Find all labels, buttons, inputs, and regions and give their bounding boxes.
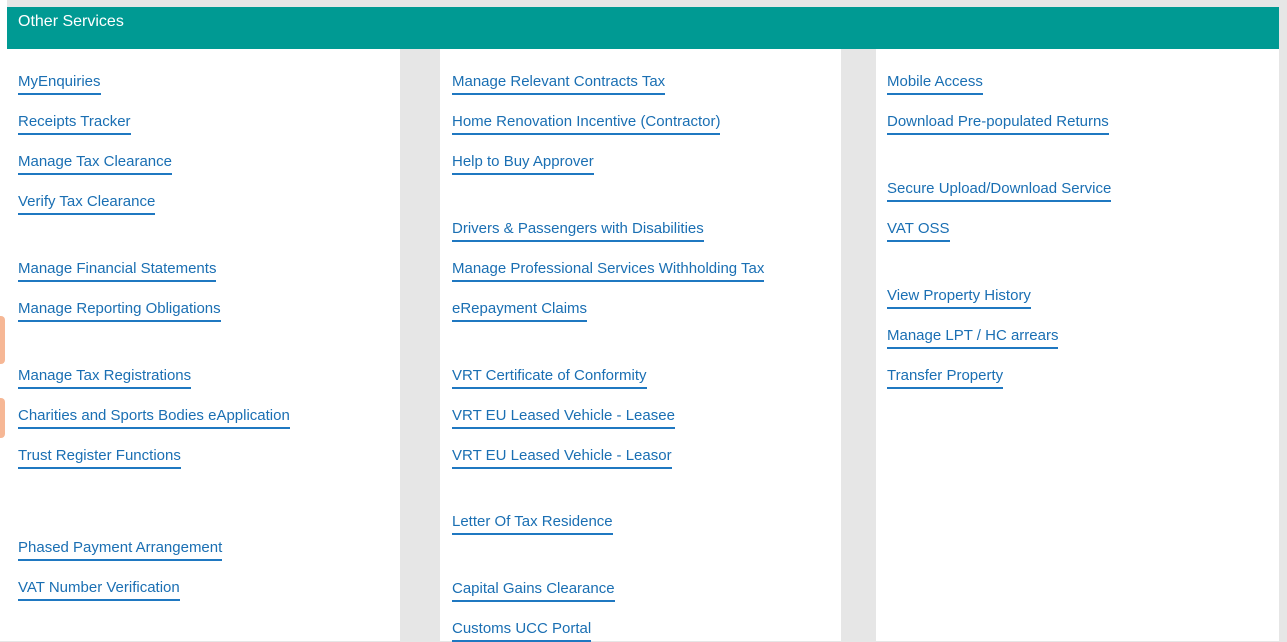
link-vat-oss[interactable]: VAT OSS: [887, 220, 950, 242]
link-phased-payment-arrangement[interactable]: Phased Payment Arrangement: [18, 539, 223, 561]
services-column-3: Mobile Access Download Pre-populated Ret…: [876, 49, 1279, 641]
link-receipts-tracker[interactable]: Receipts Tracker: [18, 113, 131, 135]
link-download-pre-populated-returns[interactable]: Download Pre-populated Returns: [887, 113, 1109, 135]
link-vrt-eu-leased-vehicle-leasor[interactable]: VRT EU Leased Vehicle - Leasor: [452, 447, 672, 469]
link-view-property-history[interactable]: View Property History: [887, 287, 1031, 309]
link-manage-lpt-hc-arrears[interactable]: Manage LPT / HC arrears: [887, 327, 1059, 349]
link-transfer-property[interactable]: Transfer Property: [887, 367, 1004, 389]
panel-title: Other Services: [18, 13, 124, 30]
link-home-renovation-incentive[interactable]: Home Renovation Incentive (Contractor): [452, 113, 721, 135]
link-customs-ucc-portal[interactable]: Customs UCC Portal: [452, 620, 592, 642]
link-charities-sports-bodies-eapplication[interactable]: Charities and Sports Bodies eApplication: [18, 407, 290, 429]
link-manage-tax-clearance[interactable]: Manage Tax Clearance: [18, 153, 172, 175]
link-vrt-certificate-of-conformity[interactable]: VRT Certificate of Conformity: [452, 367, 647, 389]
link-manage-relevant-contracts-tax[interactable]: Manage Relevant Contracts Tax: [452, 73, 666, 95]
services-column-1: MyEnquiries Receipts Tracker Manage Tax …: [7, 49, 400, 641]
link-manage-tax-registrations[interactable]: Manage Tax Registrations: [18, 367, 192, 389]
link-secure-upload-download-service[interactable]: Secure Upload/Download Service: [887, 180, 1112, 202]
left-edge-strip: [0, 0, 7, 641]
link-myenquiries[interactable]: MyEnquiries: [18, 73, 101, 95]
link-mobile-access[interactable]: Mobile Access: [887, 73, 983, 95]
link-vrt-eu-leased-vehicle-leasee[interactable]: VRT EU Leased Vehicle - Leasee: [452, 407, 675, 429]
services-column-2: Manage Relevant Contracts Tax Home Renov…: [440, 49, 841, 642]
link-capital-gains-clearance[interactable]: Capital Gains Clearance: [452, 580, 615, 602]
link-drivers-passengers-disabilities[interactable]: Drivers & Passengers with Disabilities: [452, 220, 704, 242]
decorative-shape: [0, 316, 5, 364]
link-manage-reporting-obligations[interactable]: Manage Reporting Obligations: [18, 300, 221, 322]
link-vat-number-verification[interactable]: VAT Number Verification: [18, 579, 180, 601]
link-help-to-buy-approver[interactable]: Help to Buy Approver: [452, 153, 594, 175]
other-services-panel: Other Services MyEnquiries Receipts Trac…: [7, 7, 1279, 642]
link-letter-of-tax-residence[interactable]: Letter Of Tax Residence: [452, 513, 613, 535]
decorative-shape: [0, 398, 5, 438]
link-verify-tax-clearance[interactable]: Verify Tax Clearance: [18, 193, 156, 215]
panel-header: Other Services: [7, 7, 1279, 49]
link-trust-register-functions[interactable]: Trust Register Functions: [18, 447, 181, 469]
link-manage-financial-statements[interactable]: Manage Financial Statements: [18, 260, 217, 282]
link-erepayment-claims[interactable]: eRepayment Claims: [452, 300, 588, 322]
link-manage-professional-services-withholding-tax[interactable]: Manage Professional Services Withholding…: [452, 260, 765, 282]
